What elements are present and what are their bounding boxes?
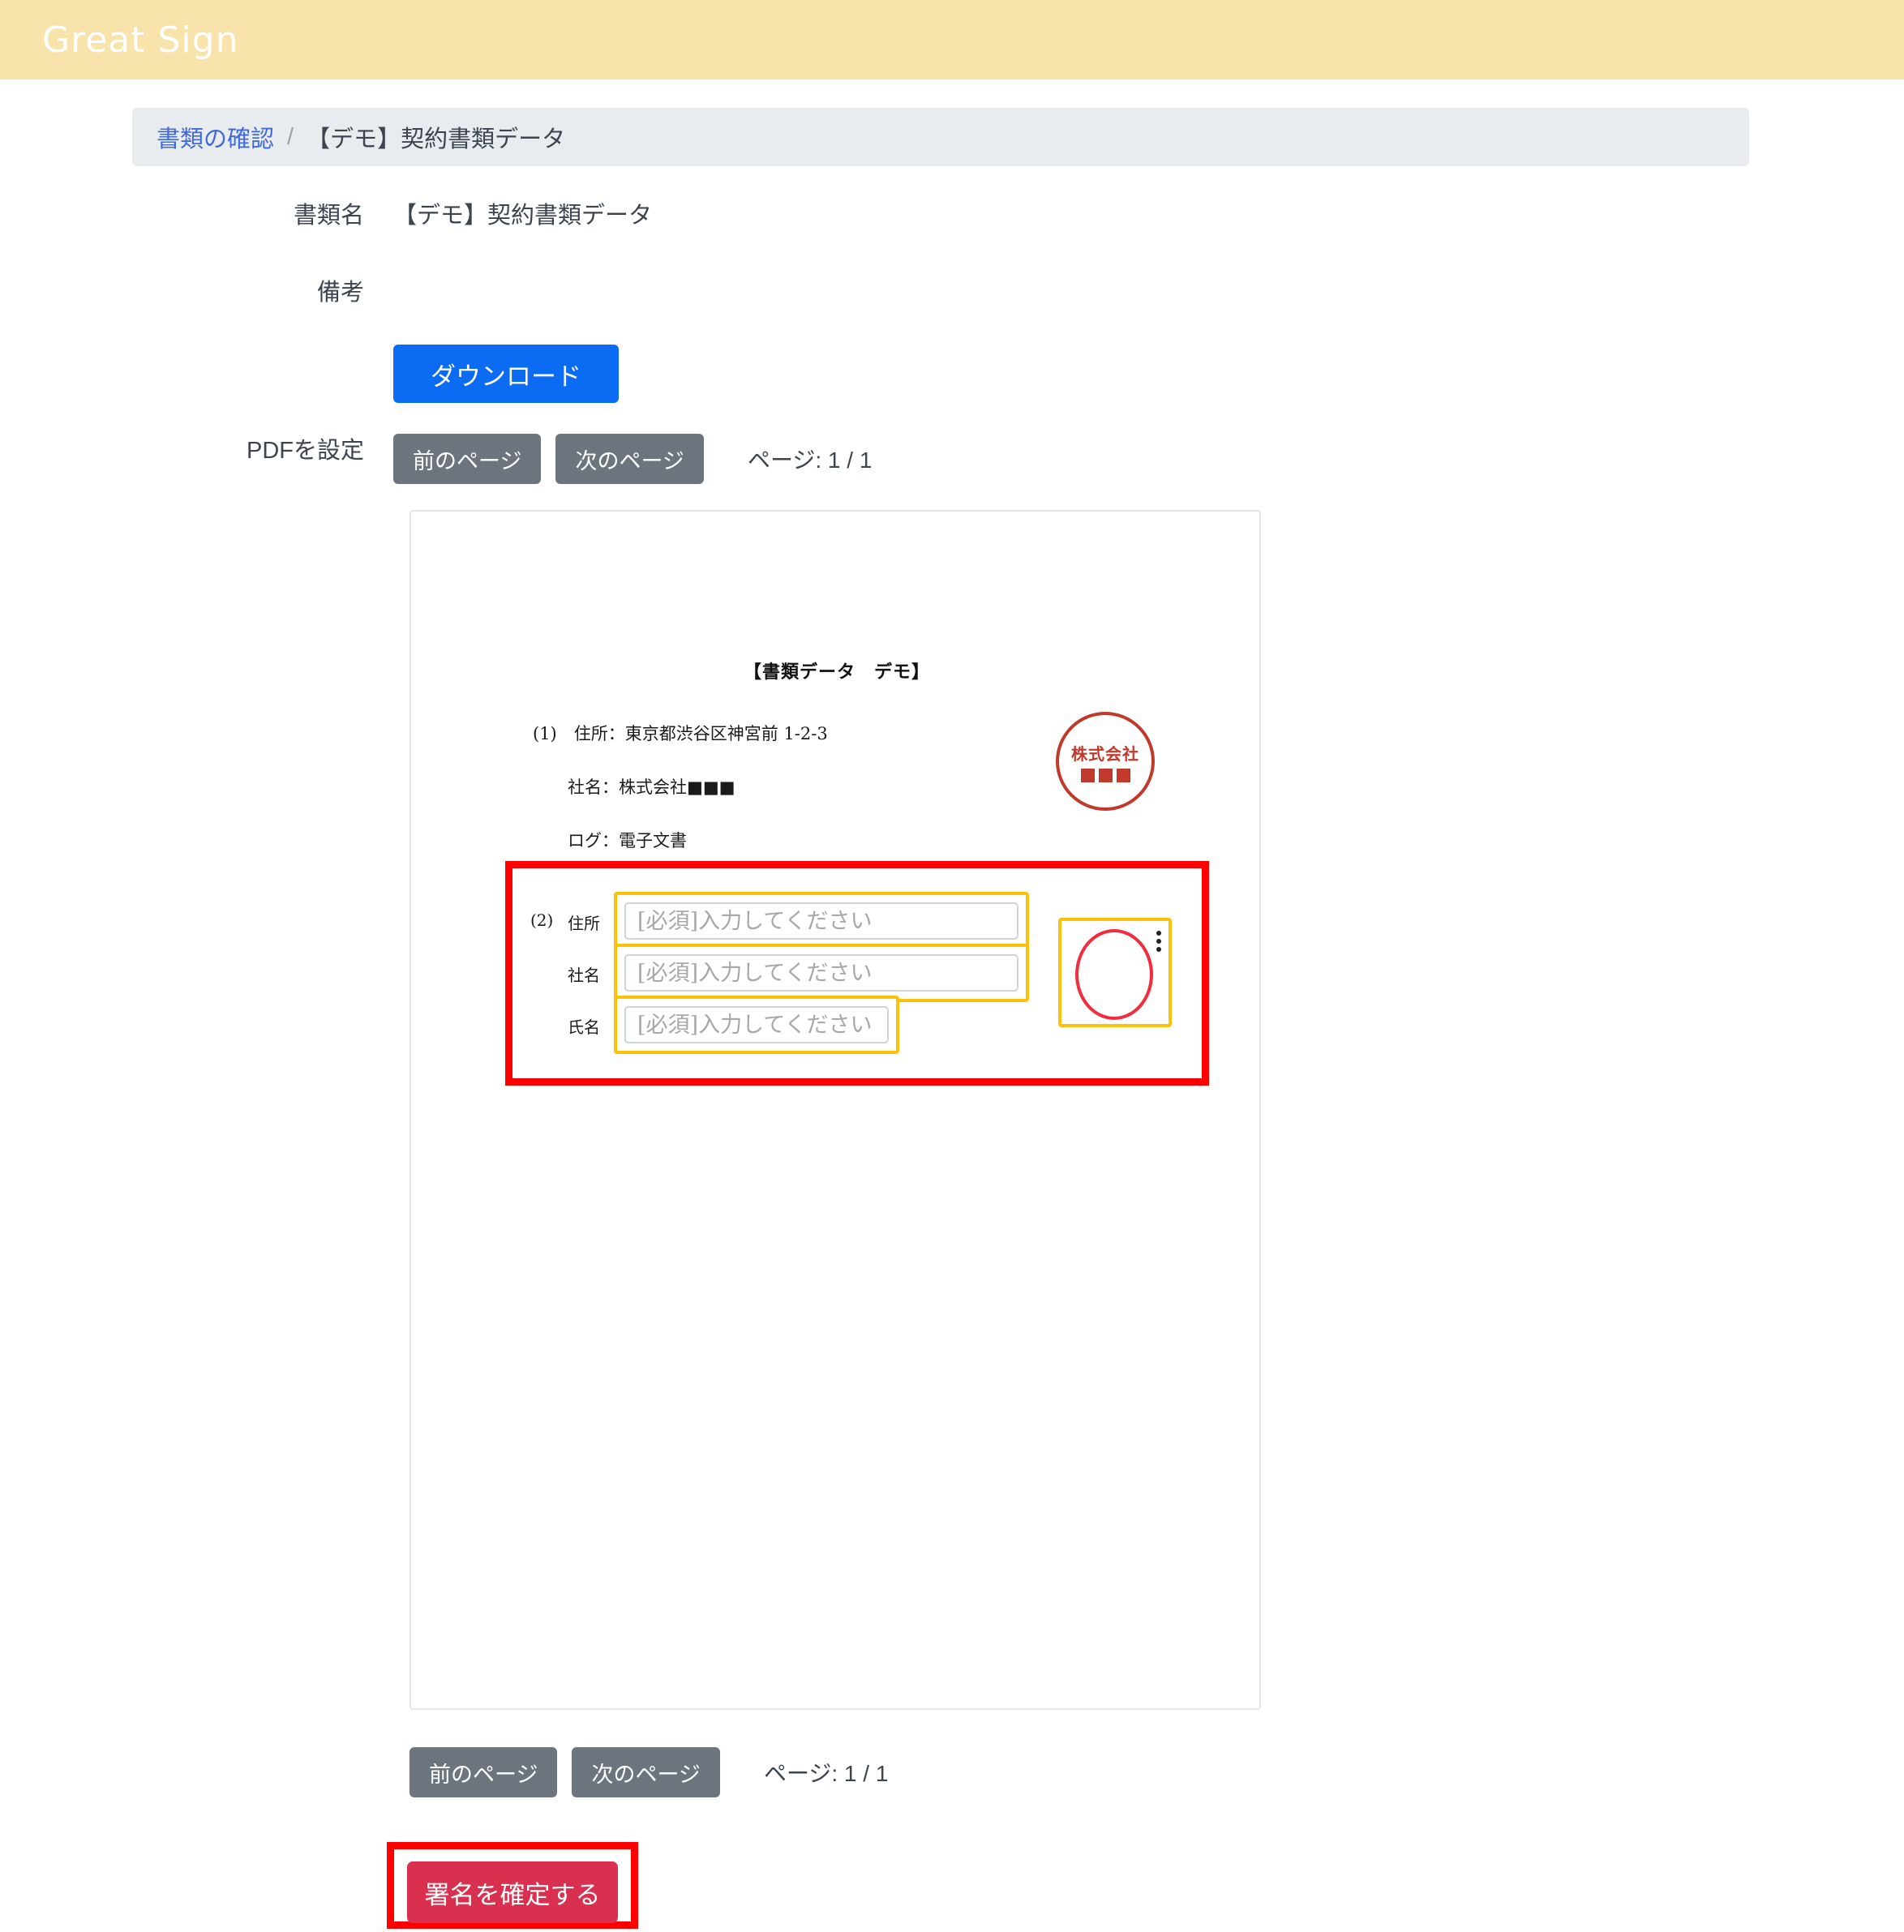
signature-company-input[interactable] (624, 954, 1018, 992)
signature-company-field-wrapper[interactable] (614, 944, 1029, 1002)
signature-address-input[interactable] (624, 902, 1018, 940)
kebab-dot-3 (1156, 947, 1161, 952)
document-name-value: 【デモ】契約書類データ (393, 199, 652, 233)
page-indicator-bottom: ページ: 1 / 1 (764, 1756, 888, 1788)
brand-logo[interactable]: Great Sign (42, 19, 238, 61)
seal-block-1 (1081, 769, 1095, 782)
seal-block-3 (1117, 769, 1130, 782)
pdf-viewer-canvas[interactable]: 【書類データ デモ】 (1) 住所：東京都渋谷区神宮前 1-2-3 社名：株式会… (410, 510, 1261, 1710)
confirm-signature-button[interactable]: 署名を確定する (407, 1861, 618, 1923)
signature-company-label: 社名 (568, 962, 600, 986)
company-seal-text: 株式会社 (1071, 741, 1139, 765)
breadcrumb: 書類の確認 / 【デモ】契約書類データ (132, 108, 1749, 166)
download-row: ダウンロード (0, 345, 1904, 403)
breadcrumb-link-document-check[interactable]: 書類の確認 (157, 120, 274, 154)
company-seal-blocks (1081, 769, 1130, 782)
kebab-dot-2 (1156, 939, 1161, 944)
next-page-button-bottom[interactable]: 次のページ (572, 1747, 719, 1797)
app-header-bar: Great Sign (0, 0, 1904, 79)
pdf-setting-label: PDFを設定 (0, 434, 393, 468)
kebab-dot-1 (1156, 931, 1161, 936)
remarks-label: 備考 (0, 276, 393, 310)
next-page-button-top[interactable]: 次のページ (555, 434, 703, 484)
breadcrumb-current-page: 【デモ】契約書類データ (307, 120, 565, 154)
signature-name-label: 氏名 (568, 1014, 600, 1038)
pdf-body-line-address: (1) 住所：東京都渋谷区神宮前 1-2-3 (533, 721, 828, 745)
company-seal-stamp-icon: 株式会社 (1056, 712, 1155, 811)
pdf-pager-bottom: 前のページ 次のページ ページ: 1 / 1 (410, 1747, 888, 1797)
pdf-setting-row: PDFを設定 前のページ 次のページ ページ: 1 / 1 (0, 434, 1904, 484)
pdf-document-title: 【書類データ デモ】 (411, 658, 1263, 683)
kebab-menu-icon[interactable] (1156, 931, 1161, 952)
pdf-body-line-log: ログ：電子文書 (568, 828, 687, 852)
signature-seal-placeholder-box[interactable] (1058, 918, 1172, 1027)
document-name-row: 書類名 【デモ】契約書類データ (0, 199, 1904, 233)
seal-block-2 (1099, 769, 1113, 782)
signature-item-number-label: (2) (530, 910, 553, 930)
pdf-pager-top: 前のページ 次のページ ページ: 1 / 1 (393, 434, 872, 484)
signature-name-input[interactable] (624, 1006, 889, 1043)
breadcrumb-separator: / (287, 124, 294, 151)
remarks-row: 備考 (0, 276, 1904, 310)
prev-page-button-bottom[interactable]: 前のページ (410, 1747, 557, 1797)
download-button[interactable]: ダウンロード (393, 345, 619, 403)
signature-name-field-wrapper[interactable] (614, 996, 899, 1054)
page-indicator-top: ページ: 1 / 1 (748, 443, 872, 475)
signature-address-label: 住所 (568, 910, 600, 934)
seal-circle-icon (1075, 929, 1153, 1020)
document-name-label: 書類名 (0, 199, 393, 233)
prev-page-button-top[interactable]: 前のページ (393, 434, 541, 484)
pdf-body-line-company: 社名：株式会社■■■ (568, 774, 735, 799)
signature-address-field-wrapper[interactable] (614, 892, 1029, 950)
